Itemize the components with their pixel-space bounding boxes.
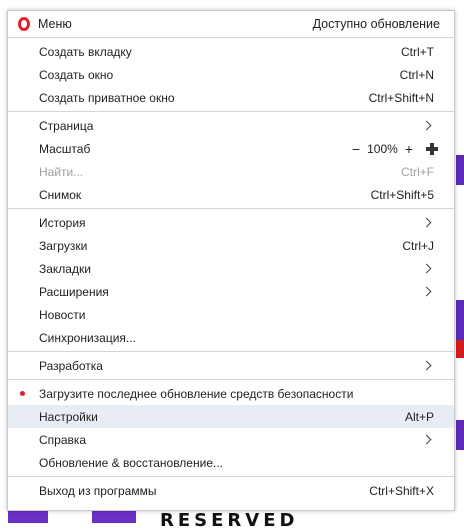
menu-item-news[interactable]: Новости [8,303,454,326]
menu-item-label: Настройки [39,409,98,424]
menu-item-history[interactable]: История [8,211,454,234]
notification-dot-icon [20,391,25,396]
menu-item-label: Снимок [39,187,82,202]
menu-item-sync[interactable]: Синхронизация... [8,326,454,349]
background-banner-purple [92,511,136,523]
zoom-level: 100% [367,141,398,156]
zoom-out-button[interactable]: − [351,142,361,156]
menu-item-exit[interactable]: Выход из программы Ctrl+Shift+X [8,479,454,502]
zoom-control: − 100% + [351,142,438,156]
menu-group-browsing: История Загрузки Ctrl+J Закладки Расшире… [8,209,454,352]
menu-item-update-recovery[interactable]: Обновление & восстановление... [8,451,454,474]
chevron-right-icon [421,286,432,297]
menu-item-shortcut: Alt+P [404,409,434,424]
menu-item-shortcut: Ctrl+Shift+5 [370,187,434,202]
chevron-right-icon [421,217,432,228]
menu-item-new-tab[interactable]: Создать вкладку Ctrl+T [8,40,454,63]
menu-item-label: Разработка [39,358,103,373]
menu-item-developer[interactable]: Разработка [8,354,454,377]
menu-item-zoom: Масштаб − 100% + [8,137,454,160]
background-banner-purple [456,300,464,340]
menu-item-security-update[interactable]: Загрузите последнее обновление средств б… [8,382,454,405]
update-available-link[interactable]: Доступно обновление [313,17,440,31]
menu-item-page[interactable]: Страница [8,114,454,137]
background-banner-text: RESERVED [160,510,299,531]
menu-item-label: Найти... [39,164,84,179]
menu-item-shortcut: Ctrl+F [401,164,434,179]
menu-item-shortcut: Ctrl+Shift+X [369,483,434,498]
menu-item-label: Создать приватное окно [39,90,175,105]
menu-item-label: Справка [39,432,87,447]
menu-item-shortcut: Ctrl+J [402,238,434,253]
menu-title: Меню [38,17,72,31]
menu-group-developer: Разработка [8,352,454,380]
menu-item-find[interactable]: Найти... Ctrl+F [8,160,454,183]
background-banner-red [456,340,464,358]
menu-item-label: Загрузите последнее обновление средств б… [39,386,354,401]
menu-item-label: Создать вкладку [39,44,132,59]
menu-item-label: Создать окно [39,67,114,82]
menu-group-page: Страница Масштаб − 100% + Найти... Ctrl+… [8,112,454,209]
menu-item-label: Загрузки [39,238,88,253]
menu-item-label: Страница [39,118,94,133]
menu-item-snapshot[interactable]: Снимок Ctrl+Shift+5 [8,183,454,206]
chevron-right-icon [421,120,432,131]
menu-item-shortcut: Ctrl+T [401,44,434,59]
menu-item-label: Выход из программы [39,483,157,498]
menu-item-label: Синхронизация... [39,330,136,345]
menu-item-downloads[interactable]: Загрузки Ctrl+J [8,234,454,257]
menu-item-label: Обновление & восстановление... [39,455,223,470]
menu-item-label: Закладки [39,261,91,276]
fullscreen-icon[interactable] [426,142,438,155]
chevron-right-icon [421,263,432,274]
menu-item-extensions[interactable]: Расширения [8,280,454,303]
menu-item-label: Масштаб [39,141,91,156]
opera-main-menu: Меню Доступно обновление Создать вкладку… [7,10,455,511]
menu-item-label: Новости [39,307,86,322]
background-banner-purple [456,420,464,450]
menu-item-settings[interactable]: Настройки Alt+P [8,405,454,428]
chevron-right-icon [421,360,432,371]
chevron-right-icon [421,434,432,445]
menu-group-settings: Загрузите последнее обновление средств б… [8,380,454,477]
menu-group-exit: Выход из программы Ctrl+Shift+X [8,477,454,504]
opera-logo-icon [18,17,30,31]
menu-item-label: Расширения [39,284,109,299]
background-banner-purple [8,511,48,523]
menu-item-label: История [39,215,86,230]
menu-item-bookmarks[interactable]: Закладки [8,257,454,280]
menu-item-new-private-window[interactable]: Создать приватное окно Ctrl+Shift+N [8,86,454,109]
menu-item-help[interactable]: Справка [8,428,454,451]
menu-group-new: Создать вкладку Ctrl+T Создать окно Ctrl… [8,38,454,112]
menu-item-new-window[interactable]: Создать окно Ctrl+N [8,63,454,86]
menu-item-shortcut: Ctrl+Shift+N [368,90,434,105]
menu-header: Меню Доступно обновление [8,11,454,38]
background-banner-purple [456,155,464,185]
menu-item-shortcut: Ctrl+N [399,67,434,82]
zoom-in-button[interactable]: + [404,142,414,156]
